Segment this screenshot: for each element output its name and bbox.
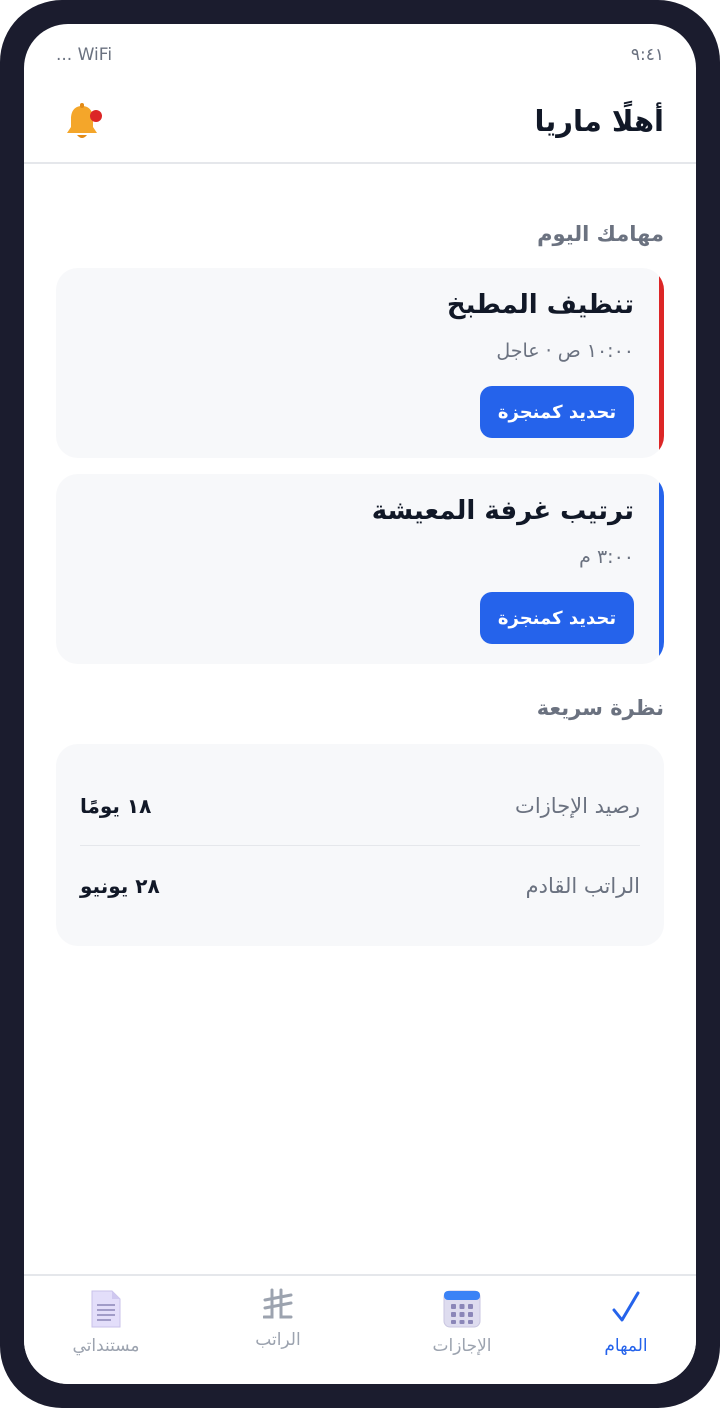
checkmark-icon [612, 1291, 640, 1322]
nav-item-salary[interactable]: الراتب [208, 1276, 348, 1384]
status-time: ٩:٤١ [630, 45, 664, 65]
nav-label-leaves: الإجازات [432, 1336, 492, 1356]
next-salary-label: الراتب القادم [525, 874, 640, 898]
bottom-nav: المهام الإجازات الراتب مستنداتي [24, 1274, 696, 1384]
document-icon [91, 1290, 121, 1328]
mark-done-button[interactable]: تحديد كمنجزة [480, 592, 634, 644]
status-bar: ٩:٤١ WiFi ... [56, 42, 664, 68]
nav-label-documents: مستنداتي [72, 1336, 140, 1356]
task-card-living-room: ترتيب غرفة المعيشة ٣:٠٠ م تحديد كمنجزة [56, 474, 664, 664]
nav-item-leaves[interactable]: الإجازات [392, 1276, 532, 1384]
leave-balance-row: رصيد الإجازات ١٨ يومًا [80, 766, 640, 846]
nav-label-salary: الراتب [255, 1330, 301, 1350]
notifications-button[interactable] [60, 102, 102, 144]
device-frame: ٩:٤١ WiFi ... أهلًا ماريا مهامك اليوم تن… [0, 0, 720, 1408]
notification-badge [90, 110, 102, 122]
task-accent-normal [659, 474, 664, 664]
task-card-kitchen: تنظيف المطبخ ١٠:٠٠ ص · عاجل تحديد كمنجزة [56, 268, 664, 458]
greeting-title: أهلًا ماريا [534, 104, 664, 138]
overview-card: رصيد الإجازات ١٨ يومًا الراتب القادم ٢٨ … [56, 744, 664, 946]
riyal-icon [263, 1288, 293, 1319]
task-title: تنظيف المطبخ [446, 290, 634, 320]
nav-label-tasks: المهام [604, 1336, 648, 1356]
status-network: WiFi ... [56, 45, 113, 65]
leave-balance-value: ١٨ يومًا [80, 793, 152, 818]
task-time: ٣:٠٠ م [579, 546, 634, 568]
task-time: ١٠:٠٠ ص · عاجل [496, 340, 634, 362]
nav-item-documents[interactable]: مستنداتي [36, 1276, 176, 1384]
app-header: أهلًا ماريا [24, 88, 696, 164]
app-screen: ٩:٤١ WiFi ... أهلًا ماريا مهامك اليوم تن… [24, 24, 696, 1384]
next-salary-value: ٢٨ يونيو [80, 874, 160, 898]
nav-item-tasks[interactable]: المهام [556, 1276, 696, 1384]
task-accent-urgent [659, 268, 664, 458]
tasks-section-title: مهامك اليوم [537, 222, 664, 246]
next-salary-row: الراتب القادم ٢٨ يونيو [80, 846, 640, 926]
task-title: ترتيب غرفة المعيشة [371, 496, 634, 526]
mark-done-button[interactable]: تحديد كمنجزة [480, 386, 634, 438]
bell-icon [67, 103, 97, 138]
overview-section-title: نظرة سريعة [536, 696, 664, 720]
calendar-icon [443, 1290, 481, 1328]
leave-balance-label: رصيد الإجازات [515, 793, 640, 818]
